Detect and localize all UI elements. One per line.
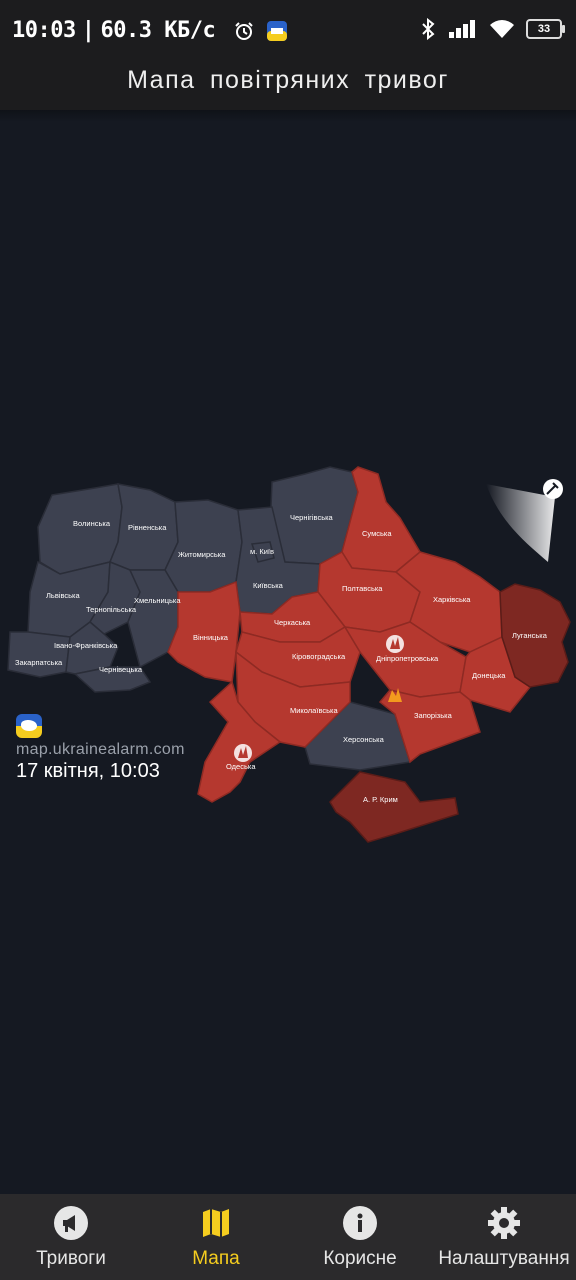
ukraine-alert-map[interactable]: Волинська Рівненська Житомирська м. Київ… (0, 122, 576, 1194)
map-source-url: map.ukrainealarm.com (16, 741, 185, 758)
explosion-marker-dnipro[interactable] (386, 635, 404, 653)
label-zhytomyrska: Житомирська (178, 550, 226, 559)
status-separator: | (81, 18, 95, 43)
battery-icon: 33 (526, 19, 565, 39)
region-shape-zhytomyrska[interactable] (164, 499, 243, 593)
label-poltavska: Полтавська (342, 584, 383, 593)
label-khersonska: Херсонська (343, 735, 385, 744)
nav-item-map[interactable]: Мапа (145, 1194, 287, 1280)
region-shape-volynska[interactable] (37, 483, 123, 575)
label-kirovohradska: Кіровоградська (292, 652, 346, 661)
bottom-nav: Тривоги Мапа Корисне Налаштування (0, 1194, 576, 1280)
label-kyivska: Київська (253, 581, 284, 590)
network-speed: 60.3 КБ/с (100, 18, 216, 43)
nav-label-useful: Корисне (323, 1248, 397, 1269)
label-sumska: Сумська (362, 529, 392, 538)
label-dnipropetrovska: Дніпропетровська (376, 654, 439, 663)
region-shape-zakarpatska[interactable] (7, 631, 71, 678)
label-volynska: Волинська (73, 519, 111, 528)
label-donetska: Донецька (472, 671, 506, 680)
status-bar: 10:03 | 60.3 КБ/с 33 (0, 0, 576, 58)
label-zaporizka: Запорізька (414, 711, 453, 720)
label-rivnenska: Рівненська (128, 523, 167, 532)
label-lvivska: Львівська (46, 591, 80, 600)
label-kharkivska: Харківська (433, 595, 471, 604)
header-shadow (0, 110, 576, 122)
nav-item-useful[interactable]: Корисне (289, 1194, 431, 1280)
map-timestamp: 17 квітня, 10:03 (16, 760, 160, 782)
explosion-marker-odesa[interactable] (234, 744, 252, 762)
map-area[interactable]: Волинська Рівненська Житомирська м. Київ… (0, 122, 576, 1194)
nav-item-settings[interactable]: Налаштування (432, 1194, 576, 1280)
region-shape-crimea[interactable] (329, 771, 459, 843)
label-vinnytska: Вінницька (193, 633, 229, 642)
missile-icon[interactable] (543, 479, 563, 499)
nav-label-map: Мапа (192, 1248, 240, 1269)
info-icon (343, 1206, 377, 1240)
map-footer: map.ukrainealarm.com 17 квітня, 10:03 (16, 714, 185, 783)
label-luhanska: Луганська (512, 631, 548, 640)
nav-item-alerts[interactable]: Тривоги (0, 1194, 142, 1280)
label-kyiv-city: м. Київ (250, 547, 274, 556)
page-title: Мапа повітряних тривог (127, 66, 449, 94)
signal-icon (449, 20, 476, 38)
gear-icon (488, 1207, 520, 1239)
label-khmelnytska: Хмельницька (134, 596, 181, 605)
radar-beam (486, 484, 555, 562)
nav-label-settings: Налаштування (438, 1248, 570, 1269)
label-ternopilska: Тернопільська (86, 605, 137, 614)
label-mykolaivska: Миколаївська (290, 706, 338, 715)
label-chernivetska: Чернівецька (99, 665, 143, 674)
label-crimea: А. Р. Крим (363, 795, 398, 804)
status-time: 10:03 (12, 18, 76, 43)
alarm-clock-icon (235, 22, 253, 40)
status-right: 33 (411, 18, 565, 44)
wifi-icon (489, 20, 514, 38)
megaphone-icon (54, 1206, 88, 1240)
ukraine-alarm-logo-icon (16, 714, 42, 738)
status-left: 10:03 | 60.3 КБ/с (12, 18, 287, 43)
label-chernihivska: Чернігівська (290, 513, 334, 522)
label-cherkaska: Черкаська (274, 618, 311, 627)
label-ivano-frankivska: Івано-Франківська (54, 641, 118, 650)
map-icon (203, 1209, 229, 1237)
app-header: Мапа повітряних тривог (0, 58, 576, 110)
app-notification-icon (266, 21, 287, 41)
nav-label-alerts: Тривоги (36, 1248, 106, 1269)
label-zakarpatska: Закарпатська (15, 658, 63, 667)
label-odeska: Одеська (226, 762, 256, 771)
bluetooth-icon (421, 18, 435, 40)
